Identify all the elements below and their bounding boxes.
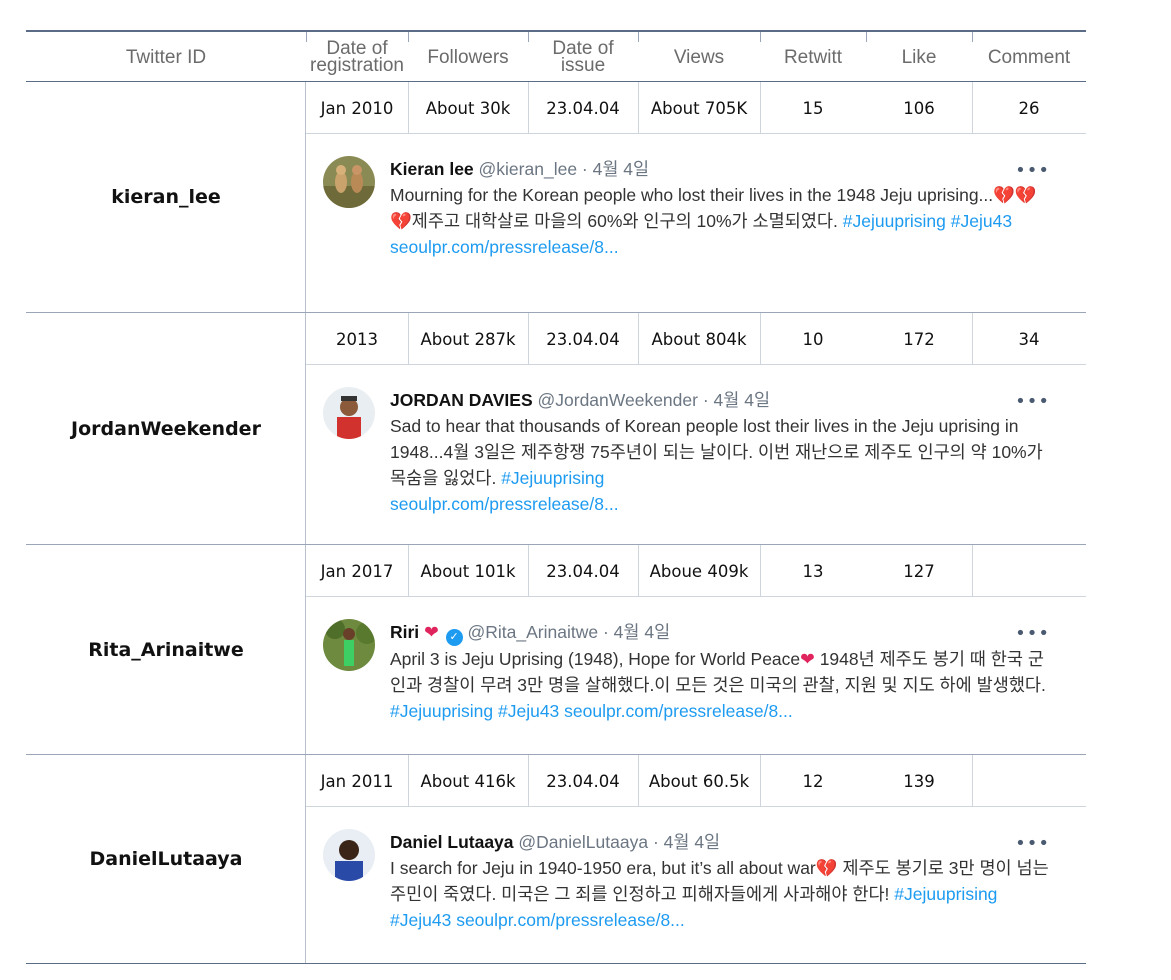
tweet-handle[interactable]: @Rita_Arinaitwe	[467, 622, 598, 642]
header-views: Views	[673, 46, 725, 68]
stats-row: Jan 2011 About 416k 23.04.04 About 60.5k…	[306, 755, 1086, 807]
tweet-hashtags[interactable]: #Jejuuprising	[501, 468, 604, 488]
tweet-body: JORDAN DAVIES @JordanWeekender · 4월 4일 S…	[390, 387, 1050, 517]
tweet-text: Sad to hear that thousands of Korean peo…	[390, 416, 1043, 488]
table-row: JordanWeekender 2013 About 287k 23.04.04…	[26, 313, 1086, 545]
issue-date: 23.04.04	[546, 329, 620, 349]
tweet-handle[interactable]: @DanielLutaaya	[518, 832, 648, 852]
followers-count: About 101k	[420, 561, 516, 581]
tweet-date: · 4월 4일	[602, 622, 671, 642]
header-twitter-id: Twitter ID	[125, 46, 207, 68]
followers-count: About 30k	[425, 98, 511, 118]
tweet-hashtags[interactable]: #Jejuuprising #Jeju43	[843, 211, 1012, 231]
retweet-count: 10	[802, 329, 824, 349]
more-icon[interactable]: •••	[1015, 160, 1050, 181]
stats-row: Jan 2010 About 30k 23.04.04 About 705K 1…	[306, 82, 1086, 134]
table-row: kieran_lee Jan 2010 About 30k 23.04.04 A…	[26, 82, 1086, 313]
tweet-hashtags[interactable]: #Jejuuprising #Jeju43	[390, 701, 559, 721]
header-retwitt: Retwitt	[783, 46, 843, 68]
avatar[interactable]	[323, 829, 375, 881]
more-icon[interactable]: •••	[1015, 833, 1050, 854]
retweet-count: 15	[802, 98, 824, 118]
registration-date: Jan 2017	[320, 561, 394, 581]
tweet-body: Riri ❤ ✓ @Rita_Arinaitwe · 4월 4일 April 3…	[390, 619, 1050, 724]
tweet-handle[interactable]: @kieran_lee	[479, 159, 578, 179]
broken-heart-icon: 💔	[815, 858, 838, 878]
issue-date: 23.04.04	[546, 98, 620, 118]
retweet-count: 12	[802, 771, 824, 791]
header-date-of-registration: Date of registration	[310, 38, 404, 76]
more-icon[interactable]: •••	[1015, 391, 1050, 412]
tweet-link[interactable]: seoulpr.com/pressrelease/8...	[390, 237, 619, 257]
tweet-author-name[interactable]: Riri	[390, 622, 419, 642]
like-count: 106	[903, 98, 935, 118]
heart-icon: ❤	[424, 622, 439, 642]
tweet-link[interactable]: seoulpr.com/pressrelease/8...	[564, 701, 793, 721]
verified-badge-icon: ✓	[445, 629, 463, 646]
issue-date: 23.04.04	[546, 561, 620, 581]
like-count: 139	[903, 771, 935, 791]
tweet-handle[interactable]: @JordanWeekender	[538, 390, 698, 410]
tweet-author-name[interactable]: Daniel Lutaaya	[390, 832, 514, 852]
tweet-author-name[interactable]: Kieran lee	[390, 159, 474, 179]
tweet-text: Mourning for the Korean people who lost …	[390, 185, 994, 205]
avatar[interactable]	[323, 156, 375, 208]
comment-count	[972, 755, 1086, 807]
tweet-body: Kieran lee @kieran_lee · 4월 4일 Mourning …	[390, 156, 1050, 260]
tweet-text: April 3 is Jeju Uprising (1948), Hope fo…	[390, 649, 801, 669]
twitter-id: DanielLutaaya	[89, 848, 243, 870]
views-count: About 60.5k	[648, 771, 750, 791]
tweet-link[interactable]: seoulpr.com/pressrelease/8...	[390, 494, 619, 514]
stats-row: 2013 About 287k 23.04.04 About 804k 10 1…	[306, 313, 1086, 365]
avatar[interactable]	[323, 619, 375, 671]
registration-date: Jan 2011	[320, 771, 394, 791]
issue-date: 23.04.04	[546, 771, 620, 791]
twitter-id: JordanWeekender	[71, 417, 261, 440]
views-count: About 705K	[650, 98, 748, 118]
heart-icon: ❤	[800, 649, 815, 669]
tweet-text-korean: 제주고 대학살로 마을의 60%와 인구의 10%가 소멸되였다.	[411, 211, 838, 231]
more-icon[interactable]: •••	[1015, 623, 1050, 644]
tweet-date: · 4월 4일	[581, 159, 650, 179]
comment-count	[972, 545, 1086, 597]
header-comment: Comment	[987, 46, 1071, 68]
tweet-date: · 4월 4일	[652, 832, 721, 852]
followers-count: About 287k	[420, 329, 516, 349]
header-date-of-issue: Date of issue	[552, 38, 614, 76]
views-count: About 804k	[651, 329, 747, 349]
followers-count: About 416k	[420, 771, 516, 791]
twitter-id: kieran_lee	[111, 186, 221, 208]
stats-row: Jan 2017 About 101k 23.04.04 Aboue 409k …	[306, 545, 1086, 597]
comment-count: 34	[1018, 329, 1040, 349]
header-like: Like	[901, 46, 937, 68]
table-row: Rita_Arinaitwe Jan 2017 About 101k 23.04…	[26, 545, 1086, 755]
header-followers: Followers	[427, 46, 509, 68]
table-header: Twitter ID Date of registration Follower…	[26, 30, 1086, 82]
tweet-author-name[interactable]: JORDAN DAVIES	[390, 390, 533, 410]
registration-date: 2013	[336, 329, 378, 349]
retweet-count: 13	[802, 561, 824, 581]
registration-date: Jan 2010	[320, 98, 394, 118]
avatar[interactable]	[323, 387, 375, 439]
like-count: 127	[903, 561, 935, 581]
twitter-table: Twitter ID Date of registration Follower…	[26, 30, 1086, 966]
tweet-text: I search for Jeju in 1940-1950 era, but …	[390, 858, 816, 878]
like-count: 172	[903, 329, 935, 349]
comment-count: 26	[1018, 98, 1040, 118]
twitter-id: Rita_Arinaitwe	[88, 638, 244, 661]
views-count: Aboue 409k	[649, 561, 749, 581]
tweet-body: Daniel Lutaaya @DanielLutaaya · 4월 4일 I …	[390, 829, 1050, 933]
tweet-date: · 4월 4일	[702, 390, 771, 410]
table-row: DanielLutaaya Jan 2011 About 416k 23.04.…	[26, 755, 1086, 964]
tweet-link[interactable]: seoulpr.com/pressrelease/8...	[456, 910, 685, 930]
